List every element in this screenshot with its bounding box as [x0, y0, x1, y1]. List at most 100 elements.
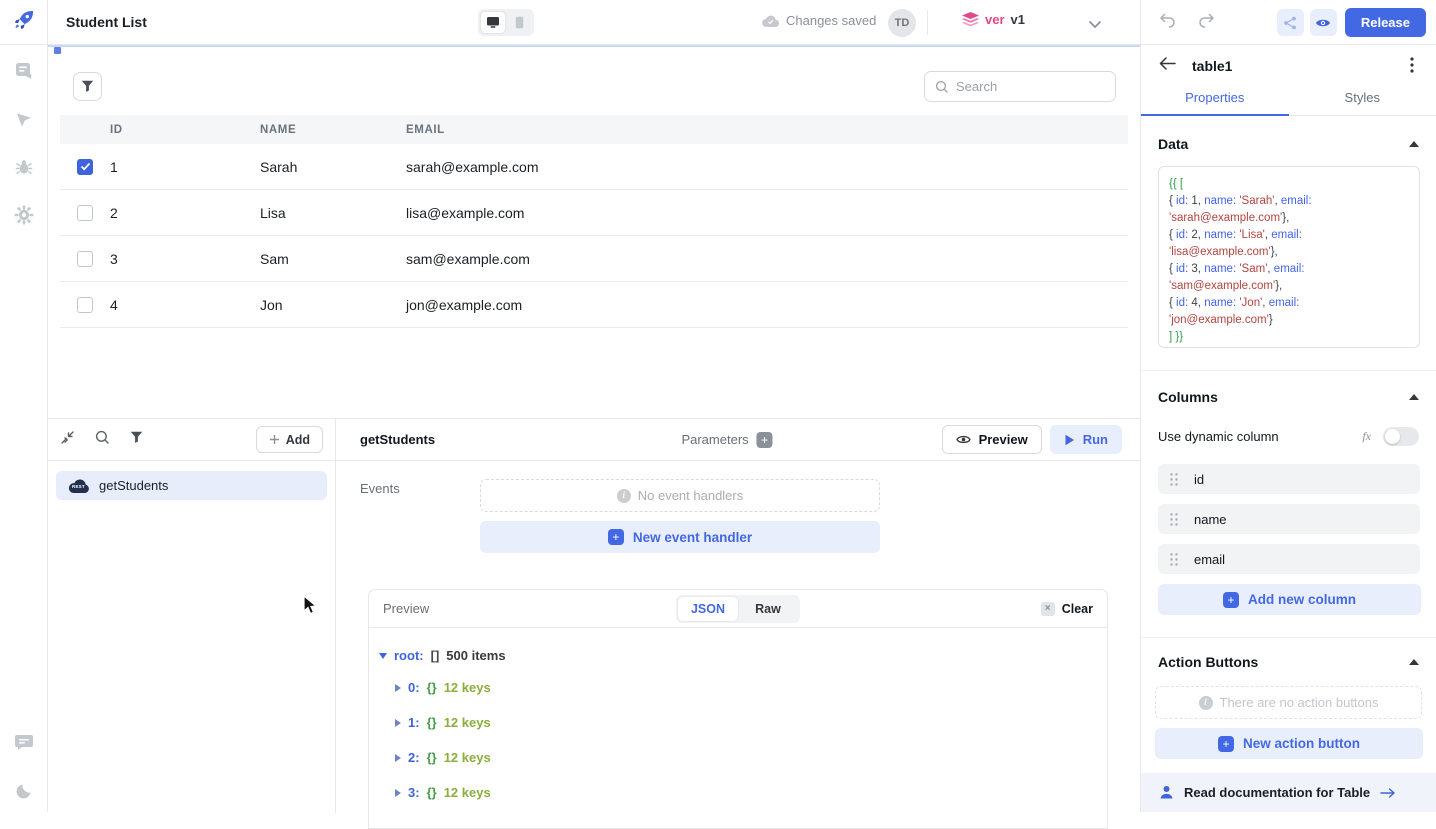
table-data-code-editor[interactable]: {{ [ { id: 1, name: 'Sarah', email:'sara…: [1158, 166, 1420, 348]
collapse-panel-button[interactable]: [60, 430, 75, 450]
table-row[interactable]: 4 Jon jon@example.com: [60, 282, 1128, 328]
avatar[interactable]: TD: [888, 9, 916, 37]
query-preview-button[interactable]: Preview: [942, 425, 1042, 454]
app-logo[interactable]: [0, 0, 48, 45]
rest-api-icon: REST: [68, 479, 90, 493]
sidebar-item-pages[interactable]: [12, 59, 36, 83]
table-row[interactable]: 3 Sam sam@example.com: [60, 236, 1128, 282]
column-header-email[interactable]: EMAIL: [406, 124, 1128, 136]
filter-icon: [81, 80, 94, 93]
expand-node-icon[interactable]: [395, 719, 401, 727]
version-label: ver: [985, 12, 1005, 27]
query-title[interactable]: getStudents: [360, 432, 435, 447]
widget-inspector: table1 Properties Styles Data {{ [ { id:…: [1140, 45, 1436, 812]
sidebar-item-comments[interactable]: [12, 731, 36, 755]
new-event-handler-button[interactable]: + New event handler: [480, 521, 880, 553]
json-tree: root: [] 500 items 0: {} 12 keys 1: {} 1…: [369, 628, 1107, 810]
left-sidebar: [0, 45, 48, 812]
parameters-control: Parameters +: [681, 432, 772, 448]
save-status: Changes saved: [762, 13, 876, 28]
collapse-section-icon[interactable]: [1409, 659, 1419, 665]
desktop-toggle[interactable]: [481, 12, 505, 33]
query-list-item-getstudents[interactable]: REST getStudents: [56, 471, 327, 500]
device-toggle: [478, 9, 534, 36]
release-button[interactable]: Release: [1345, 8, 1426, 37]
row-checkbox[interactable]: [77, 251, 93, 267]
dark-mode-toggle[interactable]: [12, 779, 36, 803]
chevron-down-icon[interactable]: [1088, 16, 1102, 34]
widget-name[interactable]: table1: [1192, 58, 1386, 74]
sidebar-item-debugger[interactable]: [12, 155, 36, 179]
cell-email: jon@example.com: [406, 297, 1128, 313]
json-node[interactable]: 0: {} 12 keys: [379, 670, 1107, 705]
json-node[interactable]: 1: {} 12 keys: [379, 705, 1107, 740]
row-checkbox[interactable]: [77, 205, 93, 221]
clear-preview-button[interactable]: × Clear: [1041, 602, 1093, 616]
person-icon: [1159, 785, 1174, 800]
share-button[interactable]: [1277, 9, 1304, 36]
check-icon: [80, 162, 91, 171]
new-action-button[interactable]: + New action button: [1155, 728, 1423, 759]
widget-resize-handle[interactable]: [54, 47, 61, 54]
column-item-name[interactable]: name: [1158, 504, 1420, 534]
expand-node-icon[interactable]: [395, 754, 401, 762]
table-header-row: ID NAME EMAIL: [60, 115, 1128, 144]
table-search-input[interactable]: [956, 79, 1096, 94]
cell-name: Lisa: [260, 205, 406, 221]
redo-button[interactable]: [1198, 13, 1215, 33]
search-queries-button[interactable]: [95, 430, 110, 450]
tab-json[interactable]: JSON: [678, 597, 738, 621]
collapse-node-icon[interactable]: [379, 653, 387, 659]
tab-raw[interactable]: Raw: [738, 597, 798, 621]
table-row[interactable]: 2 Lisa lisa@example.com: [60, 190, 1128, 236]
row-checkbox[interactable]: [77, 159, 93, 175]
collapse-section-icon[interactable]: [1409, 394, 1419, 400]
plus-icon: +: [1218, 736, 1234, 752]
dynamic-column-toggle[interactable]: [1383, 427, 1419, 446]
table-filter-button[interactable]: [73, 72, 102, 101]
table-search-box[interactable]: [924, 71, 1116, 102]
add-parameter-button[interactable]: +: [757, 432, 773, 448]
mobile-toggle[interactable]: [507, 12, 531, 33]
json-root-node[interactable]: root: [] 500 items: [379, 641, 1107, 670]
documentation-link[interactable]: Read documentation for Table: [1141, 773, 1436, 812]
sidebar-item-settings[interactable]: [12, 203, 36, 227]
documentation-link-label: Read documentation for Table: [1184, 785, 1370, 800]
cell-name: Sam: [260, 251, 406, 267]
eye-icon: [956, 434, 971, 445]
filter-queries-button[interactable]: [130, 431, 143, 449]
inspector-tabs: Properties Styles: [1141, 87, 1436, 116]
bug-icon: [13, 156, 35, 178]
column-header-name[interactable]: NAME: [260, 124, 406, 136]
expand-node-icon[interactable]: [395, 789, 401, 797]
tab-styles[interactable]: Styles: [1289, 87, 1436, 115]
table-row[interactable]: 1 Sarah sarah@example.com: [60, 144, 1128, 190]
version-selector[interactable]: ver v1: [962, 12, 1025, 27]
column-item-email[interactable]: email: [1158, 544, 1420, 574]
back-button[interactable]: [1159, 57, 1176, 75]
query-editor-header: getStudents Parameters + Preview Run: [336, 419, 1140, 461]
cell-id: 3: [110, 251, 260, 267]
monitor-icon: [486, 16, 500, 29]
query-panel: Add REST getStudents getStudents Paramet…: [48, 418, 1140, 812]
add-new-column-button[interactable]: + Add new column: [1158, 584, 1421, 615]
expand-node-icon[interactable]: [395, 684, 401, 692]
section-title-columns: Columns: [1158, 389, 1409, 405]
arrow-right-icon: [1380, 788, 1395, 798]
row-checkbox[interactable]: [77, 297, 93, 313]
preview-app-button[interactable]: [1310, 9, 1337, 36]
collapse-section-icon[interactable]: [1409, 141, 1419, 147]
widget-menu-button[interactable]: [1402, 57, 1422, 76]
tab-properties[interactable]: Properties: [1141, 87, 1289, 115]
fx-button[interactable]: fx: [1362, 429, 1371, 444]
query-run-button[interactable]: Run: [1050, 425, 1122, 454]
json-node[interactable]: 2: {} 12 keys: [379, 740, 1107, 775]
column-header-id[interactable]: ID: [110, 124, 260, 136]
share-icon: [1283, 16, 1297, 30]
add-query-button[interactable]: Add: [256, 426, 323, 453]
sidebar-item-inspect[interactable]: [12, 107, 36, 131]
undo-button[interactable]: [1159, 13, 1176, 33]
json-node[interactable]: 3: {} 12 keys: [379, 775, 1107, 810]
column-item-id[interactable]: id: [1158, 464, 1420, 494]
phone-icon: [515, 16, 524, 29]
